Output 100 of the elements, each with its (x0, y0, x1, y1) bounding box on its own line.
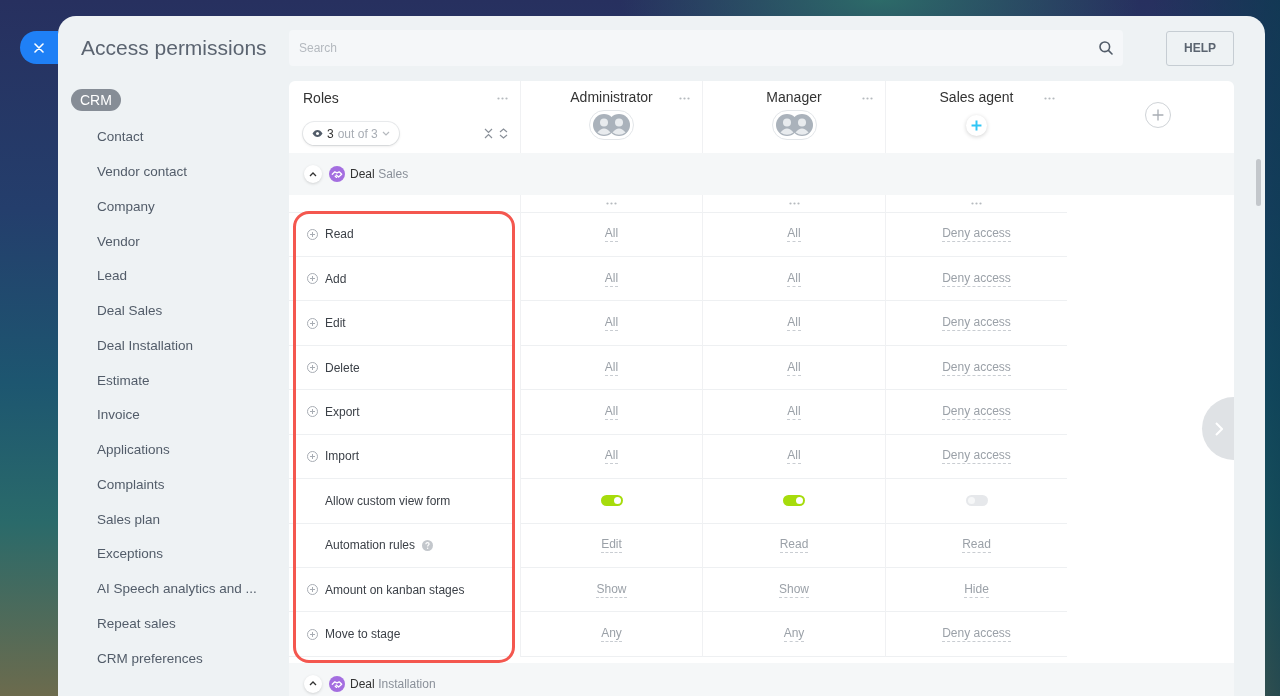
permission-value[interactable]: All (604, 270, 619, 287)
permission-value[interactable]: Deny access (942, 403, 1011, 420)
section-title: Deal Installation (350, 676, 436, 691)
permission-label: Move to stage (325, 627, 401, 642)
more-icon[interactable] (862, 97, 873, 100)
role-name: Sales agent (939, 89, 1014, 106)
sidebar-item[interactable]: Company (97, 198, 155, 214)
plus-circle-icon[interactable] (307, 406, 318, 418)
permission-value[interactable]: Deny access (942, 626, 1011, 643)
permission-value[interactable]: All (787, 315, 801, 332)
sidebar-item[interactable]: Complaints (97, 476, 165, 492)
chevron-right-icon (1215, 421, 1223, 436)
permission-label: Edit (325, 316, 346, 331)
avatar-icon (608, 114, 630, 136)
permission-label: Read (325, 227, 354, 242)
sidebar-item[interactable]: Estimate (97, 372, 150, 388)
visible-roles-button[interactable]: 3 out of 3 (303, 122, 399, 145)
window-title: Access permissions (81, 35, 267, 61)
avatar-group[interactable] (589, 110, 634, 140)
plus-circle-icon[interactable] (307, 628, 318, 640)
role-name: Manager (766, 89, 822, 106)
sidebar-item[interactable]: AI Speech analytics and ... (97, 581, 257, 597)
plus-circle-icon[interactable] (307, 450, 318, 462)
permission-value[interactable]: Read (962, 537, 991, 554)
permission-value[interactable]: Deny access (942, 359, 1011, 376)
role-name: Administrator (570, 89, 653, 106)
permission-value[interactable]: Deny access (942, 226, 1011, 243)
help-button[interactable]: HELP (1166, 30, 1234, 66)
permission-value[interactable]: All (787, 226, 801, 243)
scrollbar[interactable] (1256, 159, 1261, 206)
permission-label: Automation rules (325, 538, 416, 553)
permission-value[interactable]: All (787, 403, 801, 420)
avatar-group[interactable] (771, 110, 817, 140)
permission-value[interactable]: Show (779, 581, 809, 598)
plus-circle-icon[interactable] (307, 584, 318, 596)
sidebar-item[interactable]: Applications (97, 442, 170, 458)
permission-value[interactable]: Show (596, 581, 627, 598)
sidebar-item[interactable]: Exceptions (97, 546, 164, 562)
permission-value[interactable]: All (604, 226, 619, 243)
permission-value[interactable]: Deny access (942, 448, 1011, 465)
sidebar-item[interactable]: Vendor contact (97, 164, 188, 180)
chevron-up-icon (309, 171, 317, 177)
sidebar-item[interactable]: CRM preferences (97, 650, 203, 666)
permission-value[interactable]: Read (779, 537, 809, 554)
more-icon[interactable] (788, 201, 800, 205)
chevron-up-icon (309, 681, 317, 687)
sidebar-item[interactable]: Deal Installation (97, 337, 194, 353)
more-icon[interactable] (971, 201, 982, 205)
more-icon[interactable] (1044, 97, 1055, 100)
section-title: Deal Sales (350, 167, 409, 181)
permission-value[interactable]: All (604, 448, 619, 465)
permission-value[interactable]: All (604, 403, 619, 420)
section-toggle-button[interactable] (304, 165, 322, 183)
caret-icon (381, 131, 390, 136)
collapse-icon[interactable] (484, 128, 493, 139)
permission-value[interactable]: All (604, 315, 619, 332)
plus-circle-icon[interactable] (307, 273, 318, 285)
permission-value[interactable]: All (787, 270, 801, 287)
more-icon[interactable] (679, 97, 690, 100)
handshake-icon (329, 675, 345, 692)
add-role-button[interactable] (1145, 102, 1171, 128)
add-member-button[interactable] (966, 115, 987, 136)
eye-icon (312, 130, 323, 137)
plus-circle-icon[interactable] (307, 362, 318, 374)
toggle-switch[interactable] (965, 495, 988, 507)
permission-value[interactable]: Edit (601, 537, 622, 554)
sidebar-item[interactable]: Lead (97, 268, 128, 284)
plus-icon (971, 120, 982, 131)
permission-label: Add (325, 271, 347, 286)
sidebar-item[interactable]: Contact (97, 129, 144, 145)
sidebar-item[interactable]: Invoice (97, 407, 140, 423)
column-title: Roles (303, 90, 339, 107)
permission-value[interactable]: All (787, 359, 801, 376)
permission-value[interactable]: Deny access (942, 315, 1011, 332)
permission-value[interactable]: All (604, 359, 619, 376)
permission-value[interactable]: Any (601, 626, 622, 643)
permission-value[interactable]: Any (783, 626, 805, 643)
more-icon[interactable] (606, 201, 617, 205)
plus-circle-icon[interactable] (307, 228, 318, 240)
group-badge: CRM (71, 89, 121, 111)
search-icon[interactable] (1099, 41, 1113, 55)
help-icon[interactable] (422, 539, 434, 551)
close-icon (34, 42, 44, 53)
toggle-switch[interactable] (600, 495, 623, 507)
plus-icon (1152, 109, 1164, 121)
permission-value[interactable]: All (787, 448, 801, 465)
sidebar-item[interactable]: Repeat sales (97, 615, 176, 631)
toggle-switch[interactable] (783, 495, 805, 507)
expand-icon[interactable] (499, 128, 508, 139)
plus-circle-icon[interactable] (307, 317, 318, 329)
close-button[interactable] (20, 31, 58, 64)
sidebar-item[interactable]: Vendor (97, 233, 140, 249)
more-icon[interactable] (497, 97, 508, 100)
permission-value[interactable]: Deny access (942, 270, 1011, 287)
permission-value[interactable]: Hide (964, 581, 989, 598)
search-field[interactable]: Search (289, 30, 1123, 66)
sidebar-item[interactable]: Sales plan (97, 511, 161, 527)
sidebar-item[interactable]: Deal Sales (97, 303, 163, 319)
section-toggle-button[interactable] (304, 674, 322, 693)
permission-label: Import (325, 449, 359, 464)
